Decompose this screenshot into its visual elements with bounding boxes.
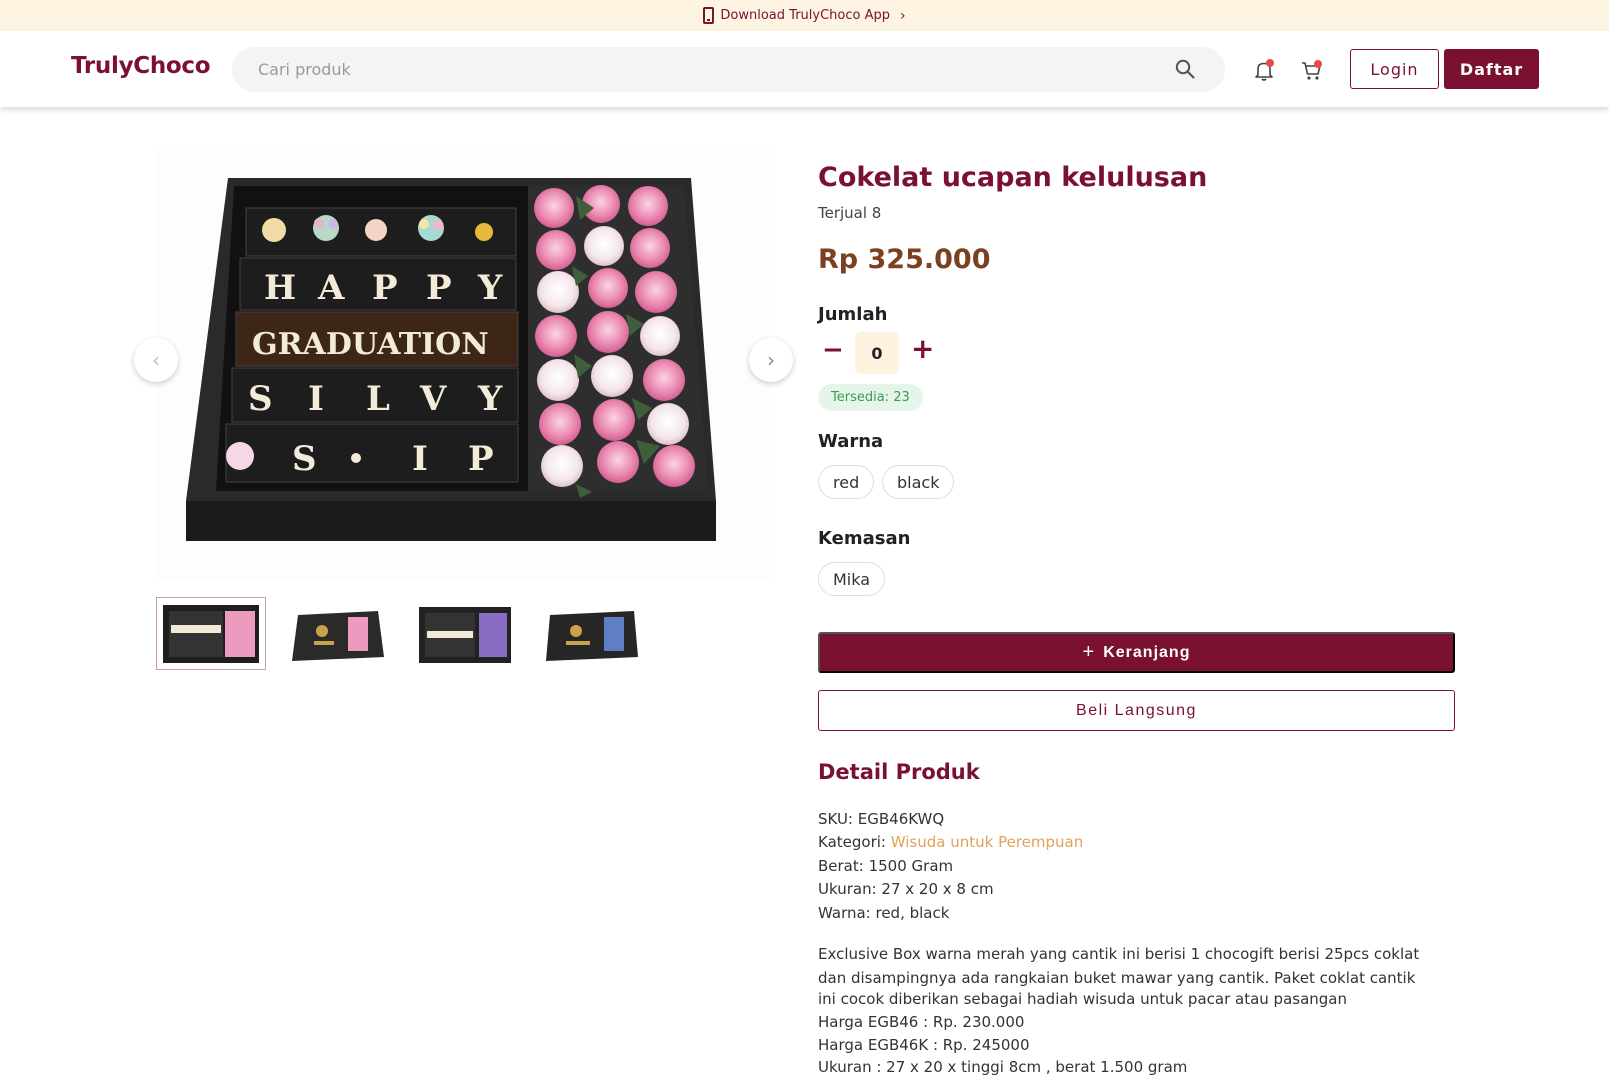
cart-badge-dot — [1314, 60, 1322, 68]
thumbnail-1[interactable] — [156, 597, 266, 670]
spec-sku: SKU: EGB46KWQ — [818, 810, 945, 828]
stock-badge: Tersedia: 23 — [818, 384, 923, 411]
search-icon[interactable] — [1175, 59, 1195, 79]
image-letter-y2: Y — [477, 379, 503, 419]
category-link[interactable]: Wisuda untuk Perempuan — [891, 833, 1083, 851]
spec-size: Ukuran: 27 x 20 x 8 cm — [818, 880, 994, 898]
spec-category: Kategori: Wisuda untuk Perempuan — [818, 833, 1083, 851]
color-option-black[interactable]: black — [882, 465, 955, 499]
chevron-left-icon: ‹ — [152, 348, 160, 372]
sold-count: Terjual 8 — [818, 204, 882, 222]
image-letter-a: A — [317, 268, 345, 308]
add-to-cart-button[interactable]: + Keranjang — [818, 632, 1455, 673]
product-price: Rp 325.000 — [818, 244, 991, 275]
color-label: Warna — [818, 431, 884, 452]
image-letter-i2: I — [412, 439, 428, 479]
product-image-main: H A P P Y GRADUATION S I L V Y S I P — [156, 146, 770, 579]
chevron-right-icon: › — [899, 7, 906, 24]
thumbnail-list — [156, 597, 647, 670]
chocolate-grid: H A P P Y GRADUATION S I L V Y S I P — [225, 207, 519, 483]
spec-weight: Berat: 1500 Gram — [818, 857, 954, 875]
packaging-option-mika[interactable]: Mika — [818, 562, 886, 596]
image-letter-p3: P — [468, 439, 494, 479]
description-line-5: Harga EGB46K : Rp. 245000 — [818, 1036, 1030, 1054]
image-letter-y: Y — [477, 268, 503, 308]
prev-image-button[interactable]: ‹ — [134, 338, 178, 382]
image-letter-h: H — [264, 268, 296, 308]
description-line-3: ini cocok diberikan sebagai hadiah wisud… — [818, 990, 1348, 1008]
logo[interactable]: TrulyChoco — [71, 53, 211, 79]
description-line-1: Exclusive Box warna merah yang cantik in… — [818, 945, 1420, 963]
plus-icon[interactable]: + — [911, 335, 934, 363]
color-option-red[interactable]: red — [818, 465, 875, 499]
add-to-cart-label: Keranjang — [1103, 643, 1191, 661]
search-input[interactable] — [258, 47, 1158, 92]
image-word-graduation: GRADUATION — [252, 327, 489, 362]
login-button[interactable]: Login — [1350, 49, 1439, 89]
next-image-button[interactable]: › — [749, 338, 793, 382]
chevron-right-icon: › — [767, 348, 775, 372]
product-title: Cokelat ucapan kelulusan — [818, 162, 1208, 193]
description-line-2: dan disampingnya ada rangkaian buket maw… — [818, 969, 1416, 987]
image-letter-p2: P — [426, 268, 452, 308]
thumbnail-2[interactable] — [283, 597, 393, 670]
register-button[interactable]: Daftar — [1444, 49, 1539, 89]
header: TrulyChoco Login Daftar — [0, 31, 1609, 107]
image-letter-s1: S — [248, 379, 273, 419]
image-letter-v: V — [419, 379, 447, 419]
download-app-banner[interactable]: Download TrulyChoco App › — [0, 0, 1609, 31]
image-letter-i1: I — [308, 379, 324, 419]
spec-category-prefix: Kategori: — [818, 833, 891, 851]
search-bar[interactable] — [232, 47, 1225, 92]
plus-icon: + — [1082, 641, 1096, 663]
packaging-label: Kemasan — [818, 528, 911, 549]
download-app-text[interactable]: Download TrulyChoco App — [720, 8, 890, 23]
product-photo: H A P P Y GRADUATION S I L V Y S I P — [186, 178, 716, 541]
phone-icon — [703, 7, 715, 24]
buy-now-button[interactable]: Beli Langsung — [818, 690, 1455, 731]
image-letter-l: L — [366, 379, 390, 419]
quantity-value[interactable]: 0 — [855, 332, 899, 374]
quantity-label: Jumlah — [818, 304, 888, 325]
thumbnail-3[interactable] — [410, 597, 520, 670]
detail-title: Detail Produk — [818, 760, 980, 784]
description-line-4: Harga EGB46 : Rp. 230.000 — [818, 1013, 1025, 1031]
thumbnail-4[interactable] — [537, 597, 647, 670]
description-line-6: Ukuran : 27 x 20 x tinggi 8cm , berat 1.… — [818, 1058, 1188, 1076]
image-letter-p1: P — [372, 268, 398, 308]
image-letter-s2: S — [292, 439, 317, 479]
notification-dot — [1266, 59, 1274, 67]
minus-icon[interactable]: − — [822, 337, 844, 363]
spec-color: Warna: red, black — [818, 904, 950, 922]
